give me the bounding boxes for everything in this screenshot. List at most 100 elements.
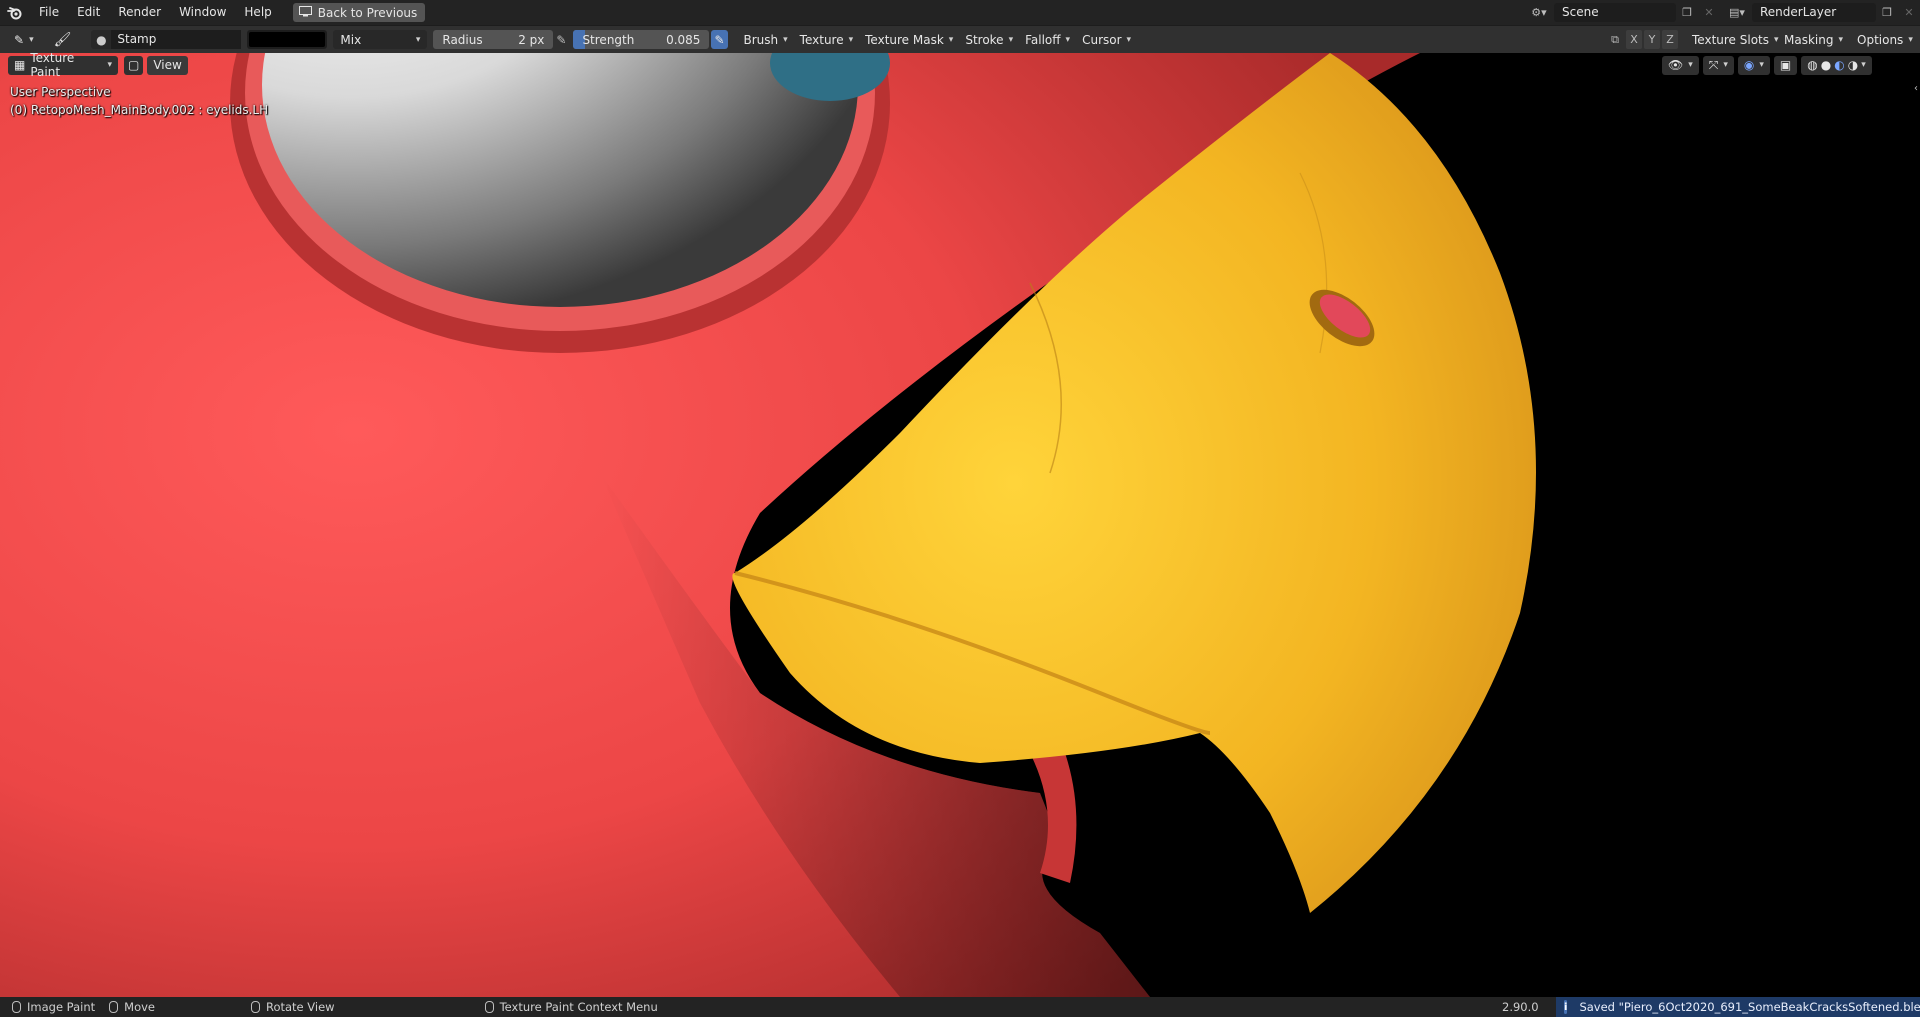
brush-selector[interactable]: ● Stamp [91,30,242,49]
mirror-z-toggle[interactable]: Z [1662,30,1678,49]
menu-falloff-label: Falloff [1025,32,1061,47]
chevron-down-icon: ▾ [1008,34,1014,45]
radius-label: Radius [442,32,483,47]
status-report[interactable]: i Saved "Piero_6Oct2020_691_SomeBeakCrac… [1556,997,1920,1017]
rendered-shading-icon[interactable]: ◑ [1848,58,1858,72]
solid-shading-icon[interactable]: ● [1821,58,1831,72]
menu-masking[interactable]: Masking ▾ [1778,30,1849,49]
menu-options[interactable]: Options ▾ [1851,30,1919,49]
chevron-down-icon: ▾ [1838,34,1843,45]
menu-texture[interactable]: Texture ▾ [794,30,859,49]
mouse-middle-icon [109,1001,119,1013]
mouse-left-icon [12,1001,21,1013]
viewport-header-left: ▦ Texture Paint ▾ ▢ View [8,53,188,79]
viewport-header-right: 👁 ▾ ⤧ ▾ ◉ ▾ ▣ ◍ ● ◐ ◑ ▾ [1662,55,1872,75]
strength-pressure-toggle[interactable]: ✎ [711,30,728,49]
mirror-x-toggle[interactable]: X [1626,30,1642,49]
blend-mode-dropdown[interactable]: Mix ▾ [333,30,428,49]
strength-value: 0.085 [666,32,701,47]
visibility-dropdown[interactable]: 👁 ▾ [1662,55,1699,75]
render-layer-selector: ▤▾ RenderLayer ❐ ✕ [1722,3,1920,22]
delete-view-layer-icon[interactable]: ✕ [1898,3,1920,22]
overlays-dropdown[interactable]: ◉ ▾ [1737,55,1770,75]
scene-name-field[interactable]: Scene [1554,3,1676,22]
menu-window[interactable]: Window [170,0,235,25]
chevron-down-icon[interactable]: ▾ [1861,60,1866,70]
mode-dropdown[interactable]: ▦ Texture Paint ▾ [8,53,118,79]
menu-texture-mask-label: Texture Mask [865,32,944,47]
menu-cursor[interactable]: Cursor ▾ [1076,30,1137,49]
paint-editor-icon: ✎ [14,32,25,47]
menu-help[interactable]: Help [235,0,280,25]
status-context-menu: Texture Paint Context Menu [484,1000,658,1014]
pen-pressure-icon: ✎ [556,32,567,47]
status-middle-click: Move [109,1000,155,1014]
scene-browse-icon[interactable]: ⚙▾ [1524,3,1554,22]
menu-cursor-label: Cursor [1082,32,1122,47]
menu-texture-slots-label: Texture Slots [1692,32,1769,47]
overlays-icon: ◉ [1743,58,1755,72]
blend-mode-label: Mix [340,32,362,47]
gizmo-dropdown[interactable]: ⤧ ▾ [1702,55,1734,75]
status-middle-action: Move [124,1000,155,1014]
view-layer-browse-icon[interactable]: ▤▾ [1722,3,1752,22]
radius-slider[interactable]: Radius 2 px [433,30,554,49]
3d-viewport[interactable]: ▦ Texture Paint ▾ ▢ View 👁 ▾ ⤧ ▾ ◉ ▾ ▣ ◍ ● … [0,53,1920,997]
menu-render[interactable]: Render [109,0,170,25]
view-menu[interactable]: View [147,55,188,75]
menu-falloff[interactable]: Falloff ▾ [1019,30,1076,49]
version-label: 2.90.0 [1502,1000,1539,1014]
gizmo-icon: ⤧ [1708,57,1719,72]
strength-label: Strength [582,32,635,47]
brush-tool-icon: 🖌 [53,31,72,48]
mirror-y-toggle[interactable]: Y [1644,30,1660,49]
brush-preview-icon: ● [96,32,107,47]
menu-brush[interactable]: Brush ▾ [738,30,794,49]
editor-type-dropdown[interactable]: ✎ ▾ [8,30,40,49]
strength-slider[interactable]: Strength 0.085 [573,30,710,49]
color-swatch-fill [249,32,326,47]
back-to-previous-button[interactable]: Back to Previous [292,3,426,22]
menu-options-label: Options [1857,32,1904,47]
render-layer-name-field[interactable]: RenderLayer [1752,3,1876,22]
status-left-action: Image Paint [27,1000,96,1014]
brush-color-swatch[interactable] [247,30,328,49]
menu-brush-label: Brush [743,32,779,47]
brush-name-field[interactable]: Stamp [111,30,242,49]
symmetry-icon: ⧉ [1611,32,1619,46]
menu-masking-label: Masking [1784,32,1834,47]
material-preview-shading-icon[interactable]: ◐ [1834,58,1844,72]
menu-file[interactable]: File [30,0,68,25]
xray-toggle[interactable]: ▣ [1773,55,1798,75]
back-to-previous-label: Back to Previous [317,5,418,20]
status-left-click: Image Paint [12,1000,95,1014]
sidebar-toggle-icon[interactable]: ‹ [1914,83,1918,94]
chevron-down-icon: ▾ [1759,60,1764,70]
menu-stroke-label: Stroke [965,32,1004,47]
mouse-right-icon [250,1001,260,1013]
menu-texture-mask[interactable]: Texture Mask ▾ [859,30,959,49]
slot-icon: ▢ [128,58,140,72]
menu-texture-label: Texture [799,32,844,47]
mode-label: Texture Paint [30,53,75,79]
new-scene-icon[interactable]: ❐ [1676,3,1698,22]
menu-stroke[interactable]: Stroke ▾ [959,30,1019,49]
wireframe-shading-icon[interactable]: ◍ [1807,58,1817,72]
blender-logo-icon[interactable] [0,0,30,25]
chevron-down-icon: ▾ [1126,34,1132,45]
delete-scene-icon[interactable]: ✕ [1698,3,1720,22]
symmetry-group: ⧉ X Y Z [1606,30,1678,49]
menu-edit[interactable]: Edit [68,0,109,25]
menu-texture-slots[interactable]: Texture Slots ▾ [1686,30,1785,49]
pin-toggle[interactable]: ▢ [124,55,144,75]
xray-icon: ▣ [1779,58,1792,72]
active-tool-brush[interactable]: 🖌 [48,30,78,49]
screen-icon [298,5,312,20]
chevron-down-icon: ▾ [415,34,421,45]
radius-pressure-toggle[interactable]: ✎ [553,30,569,49]
status-context-menu-label: Texture Paint Context Menu [499,1000,658,1014]
new-view-layer-icon[interactable]: ❐ [1876,3,1898,22]
chevron-down-icon: ▾ [107,60,112,70]
status-right-action: Rotate View [265,1000,335,1014]
status-message: Saved "Piero_6Oct2020_691_SomeBeakCracks… [1579,1000,1920,1014]
